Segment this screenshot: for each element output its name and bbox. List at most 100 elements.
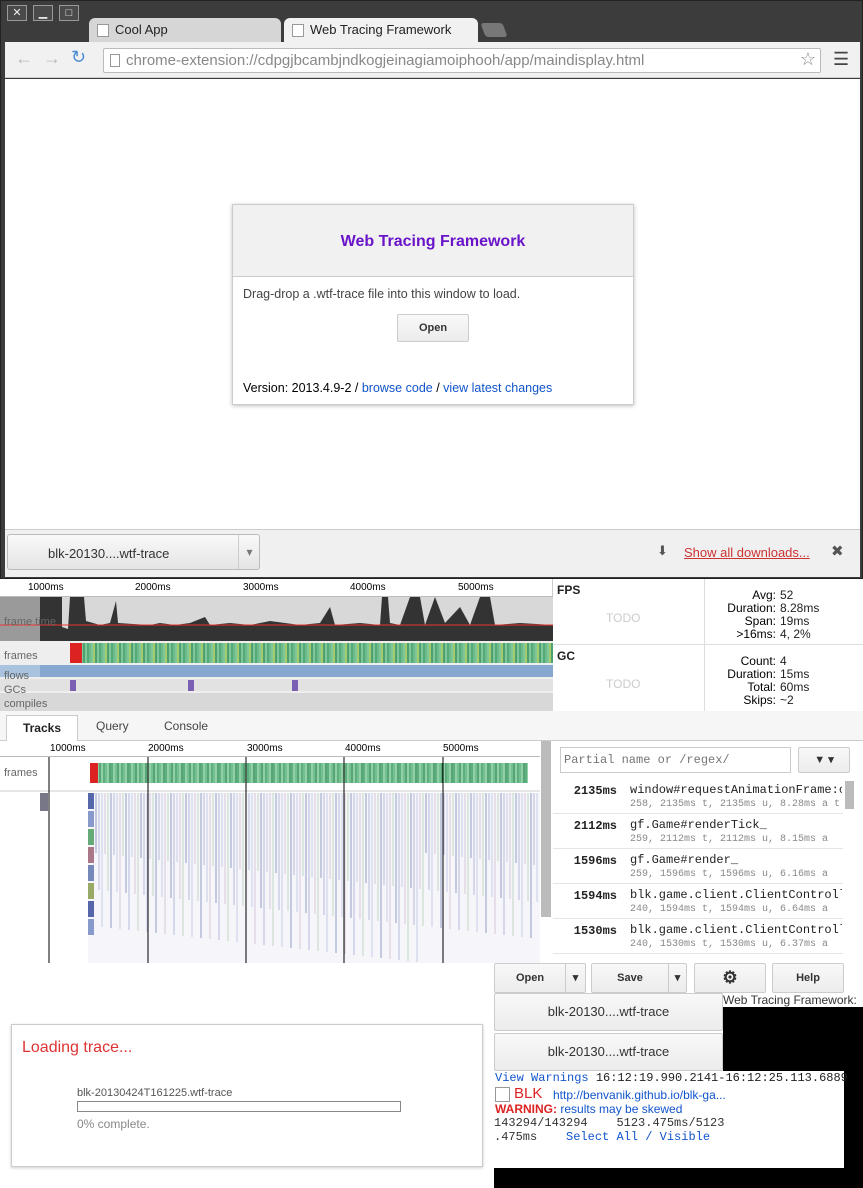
filter-button[interactable]: ▼ ▾ (798, 747, 850, 773)
tab-label: Web Tracing Framework (310, 22, 452, 37)
fps-labels: Avg: Duration: Span: >16ms: (727, 588, 776, 641)
hud-counts-row: 143294/143294 5123.475ms/5123 (494, 1116, 725, 1130)
lane-label-flows: flows (4, 670, 30, 682)
hud-select-row: .475ms Select All / Visible (494, 1130, 711, 1144)
event-list[interactable]: 2135ms window#requestAnimationFrame:c 258,… (553, 779, 863, 963)
tick-label: 1000ms (50, 743, 86, 754)
search-input[interactable] (560, 747, 791, 773)
wtf-favicon-icon (292, 24, 304, 37)
chevron-down-icon[interactable]: ▾ (668, 964, 686, 992)
list-item[interactable]: 2112ms gf.Game#renderTick_ 259, 2112ms t, … (553, 814, 843, 849)
loading-dialog: Loading trace... blk-20130424T161225.wtf… (11, 1024, 483, 1167)
view-warnings-link[interactable]: View Warnings (495, 1071, 589, 1085)
list-item[interactable]: 1530ms blk.game.client.ClientControll 240,… (553, 919, 843, 954)
chevron-down-icon[interactable]: ▾ (238, 535, 260, 569)
fps-panel: FPS TODO Avg: Duration: Span: >16ms: 52 8.28… (554, 579, 863, 645)
overview-ruler: 1000ms 2000ms 3000ms 4000ms 5000ms (0, 579, 553, 597)
open-button[interactable]: Open (397, 314, 469, 342)
lane-label-frame-time: frame time (4, 616, 56, 628)
new-tab-button[interactable] (480, 23, 508, 37)
list-item[interactable]: 1596ms gf.Game#render_ 259, 1596ms t, 1596… (553, 849, 843, 884)
forward-icon[interactable]: → (43, 48, 61, 69)
lane-label-frames: frames (4, 767, 38, 779)
view-tabs: Tracks Query Console (0, 711, 863, 742)
tracks-scrollbar[interactable] (541, 741, 551, 917)
filter-icon: ▼ ▾ (814, 754, 834, 766)
open-trace-button[interactable]: Open ▾ (494, 963, 586, 993)
bookmark-star-icon[interactable]: ☆ (800, 49, 816, 70)
hud-warning-row: WARNING: results may be skewed (495, 1102, 683, 1116)
fps-title: FPS (557, 583, 581, 597)
tab-query[interactable]: Query (96, 719, 129, 733)
tick-label: 2000ms (148, 743, 184, 754)
wtf-app: 1000ms 2000ms 3000ms 4000ms 5000ms frame… (0, 579, 863, 1188)
page-icon (110, 54, 120, 67)
download-icon: ⬇ (657, 543, 668, 558)
tracks-ruler: 1000ms 2000ms 3000ms 4000ms 5000ms (0, 741, 540, 757)
file-button[interactable]: blk-20130....wtf-trace (494, 1033, 723, 1071)
dialog-title: Web Tracing Framework (233, 205, 633, 277)
tick-label: 3000ms (243, 582, 279, 593)
browser-toolbar: ← → ↻ chrome-extension://cdpgjbcambjndko… (5, 42, 860, 78)
tab-web-tracing-framework[interactable]: Web Tracing Framework (284, 18, 478, 42)
loading-filename: blk-20130424T161225.wtf-trace (77, 1087, 233, 1099)
hud-range-row: View Warnings 16:12:19.990.2141-16:12:25… (495, 1071, 848, 1085)
menu-icon[interactable]: ☰ (833, 49, 849, 70)
tick-label: 2000ms (135, 582, 171, 593)
tick-label: 1000ms (28, 582, 64, 593)
reload-icon[interactable]: ↻ (71, 47, 86, 68)
time-range: 16:12:19.990.2141-16:12:25.113.6889 (595, 1071, 848, 1085)
file-button[interactable]: blk-20130....wtf-trace (494, 993, 723, 1031)
overview-graph[interactable] (0, 597, 553, 711)
address-bar[interactable]: chrome-extension://cdpgjbcambjndkogjeina… (103, 48, 821, 73)
tracks-graph[interactable] (0, 757, 540, 963)
list-item[interactable]: 2135ms window#requestAnimationFrame:c 258,… (553, 779, 843, 814)
browse-code-link[interactable]: browse code (362, 381, 433, 395)
back-icon[interactable]: ← (15, 48, 33, 69)
page-content: Web Tracing Framework Drag-drop a .wtf-t… (5, 79, 860, 529)
minimize-window-icon[interactable]: ▁ (33, 5, 53, 21)
settings-button[interactable]: ⚙ (694, 963, 766, 993)
fps-todo: TODO (606, 611, 641, 625)
show-all-downloads-link[interactable]: Show all downloads... (684, 545, 810, 560)
visible-link[interactable]: Visible (660, 1130, 710, 1144)
url-text: chrome-extension://cdpgjbcambjndkogjeina… (126, 52, 645, 69)
progress-bar (77, 1101, 401, 1112)
view-latest-changes-link[interactable]: view latest changes (443, 381, 552, 395)
hud-overlay: Web Tracing Framework: blk-20130....wtf-… (494, 993, 863, 1188)
list-scrollbar[interactable] (845, 781, 854, 809)
lane-label-compiles: compiles (4, 698, 48, 710)
loading-status: 0% complete. (77, 1117, 150, 1131)
overview-panel: 1000ms 2000ms 3000ms 4000ms 5000ms frame… (0, 579, 553, 711)
download-shelf: blk-20130....wtf-trace ▾ ⬇ Show all down… (5, 529, 860, 577)
help-button[interactable]: Help (772, 963, 844, 993)
gear-icon: ⚙ (722, 968, 738, 987)
app-name: BLK (514, 1085, 543, 1102)
browser-window: ✕ ▁ □ Cool App Web Tracing Framework ← →… (0, 0, 863, 579)
tab-console[interactable]: Console (164, 719, 208, 733)
select-all-link[interactable]: Select All (566, 1130, 638, 1144)
separator: / (436, 381, 440, 395)
tab-cool-app[interactable]: Cool App (89, 18, 281, 42)
close-window-icon[interactable]: ✕ (7, 5, 27, 21)
maximize-window-icon[interactable]: □ (59, 5, 79, 21)
download-item[interactable]: blk-20130....wtf-trace ▾ (7, 534, 260, 570)
fps-values: 52 8.28ms 19ms 4, 2% (780, 588, 820, 641)
save-button[interactable]: Save ▾ (591, 963, 687, 993)
tab-label: Cool App (115, 22, 168, 37)
close-icon[interactable]: ✖ (831, 542, 844, 560)
tab-tracks[interactable]: Tracks (6, 715, 78, 742)
app-link[interactable]: http://benvanik.github.io/blk-ga... (553, 1088, 726, 1102)
open-dialog: Web Tracing Framework Drag-drop a .wtf-t… (232, 204, 634, 405)
app-checkbox[interactable] (495, 1087, 510, 1102)
gc-labels: Count: Duration: Total: Skips: (727, 654, 776, 707)
gc-title: GC (557, 649, 575, 663)
tick-label: 5000ms (458, 582, 494, 593)
chevron-down-icon[interactable]: ▾ (565, 964, 585, 992)
list-item[interactable]: 1594ms blk.game.client.ClientControll 240,… (553, 884, 843, 919)
tick-label: 3000ms (247, 743, 283, 754)
tracks-panel[interactable]: 1000ms 2000ms 3000ms 4000ms 5000ms frame… (0, 741, 552, 963)
hover-tooltip: Web Tracing Framework: (723, 993, 863, 1007)
dialog-instructions: Drag-drop a .wtf-trace file into this wi… (243, 287, 521, 301)
tick-label: 5000ms (443, 743, 479, 754)
